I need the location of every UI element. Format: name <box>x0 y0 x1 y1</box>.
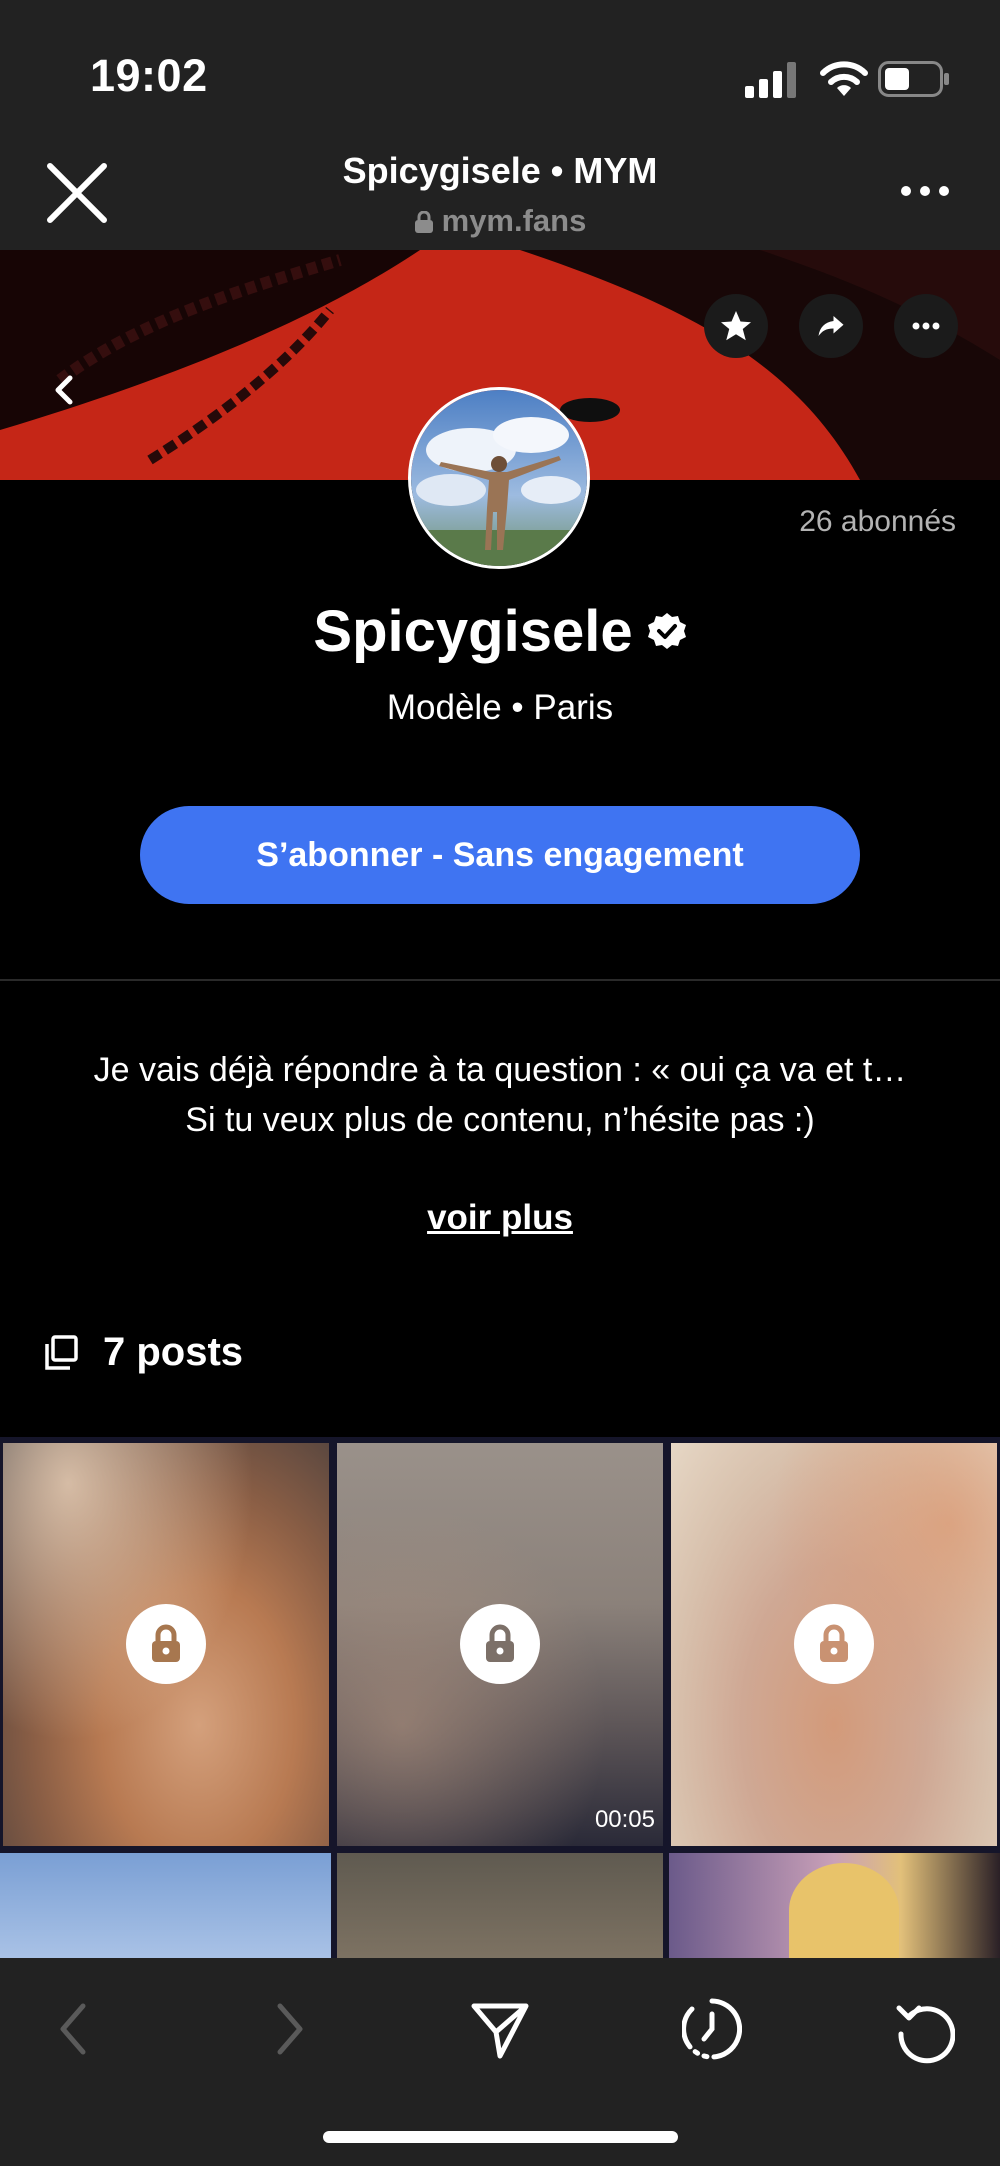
home-indicator[interactable] <box>323 2131 678 2143</box>
profile-name-row: Spicygisele <box>0 598 1000 665</box>
back-arrow-icon[interactable] <box>45 1994 105 2064</box>
star-icon <box>721 311 751 341</box>
avatar[interactable] <box>408 387 590 569</box>
post-tile[interactable] <box>337 1853 663 1958</box>
locked-badge <box>460 1604 540 1684</box>
favorite-button[interactable] <box>704 294 768 358</box>
share-button[interactable] <box>799 294 863 358</box>
post-tile[interactable] <box>3 1443 329 1846</box>
padlock-icon <box>152 1624 180 1662</box>
subscribe-button[interactable]: S’abonner - Sans engagement <box>140 806 860 904</box>
locked-badge <box>794 1604 874 1684</box>
forward-arrow-icon[interactable] <box>258 1994 318 2064</box>
status-time: 19:02 <box>90 50 208 101</box>
profile-more-button[interactable] <box>894 294 958 358</box>
history-icon[interactable] <box>682 1994 742 2064</box>
more-dots-icon <box>912 322 940 330</box>
bio-line: Si tu veux plus de contenu, n’hésite pas… <box>185 1101 815 1139</box>
url-text: mym.fans <box>441 203 587 238</box>
cellular-signal-icon <box>745 62 796 98</box>
profile-bio: Je vais déjà répondre à ta question : « … <box>30 1045 970 1145</box>
verified-badge-icon <box>647 612 686 649</box>
posts-stack-icon <box>45 1335 78 1370</box>
send-icon[interactable] <box>470 1994 530 2064</box>
profile-name: Spicygisele <box>313 599 633 664</box>
lock-icon <box>414 211 433 233</box>
video-duration: 00:05 <box>594 1806 655 1833</box>
post-tile[interactable] <box>669 1853 1000 1958</box>
padlock-icon <box>820 1624 848 1662</box>
battery-icon <box>878 61 949 97</box>
profile-subtitle: Modèle • Paris <box>386 688 614 727</box>
locked-badge <box>126 1604 206 1684</box>
bio-line: Je vais déjà répondre à ta question : « … <box>93 1051 907 1089</box>
post-tile[interactable] <box>671 1443 997 1846</box>
posts-count: 7 posts <box>103 1330 244 1374</box>
divider <box>0 979 1000 981</box>
wifi-icon <box>820 61 868 96</box>
post-tile[interactable] <box>337 1443 663 1846</box>
followers-count: 26 abonnés <box>799 505 956 538</box>
padlock-icon <box>486 1624 514 1662</box>
post-tile[interactable] <box>0 1853 331 1958</box>
url-label[interactable]: mym.fans <box>0 203 1000 239</box>
reload-icon[interactable] <box>895 1994 955 2064</box>
more-options-icon[interactable] <box>900 180 950 202</box>
page-title: Spicygisele • MYM <box>342 150 658 191</box>
read-more-link[interactable]: voir plus <box>0 1198 1000 1238</box>
back-chevron-icon[interactable] <box>48 370 80 410</box>
share-arrow-icon <box>818 316 844 336</box>
